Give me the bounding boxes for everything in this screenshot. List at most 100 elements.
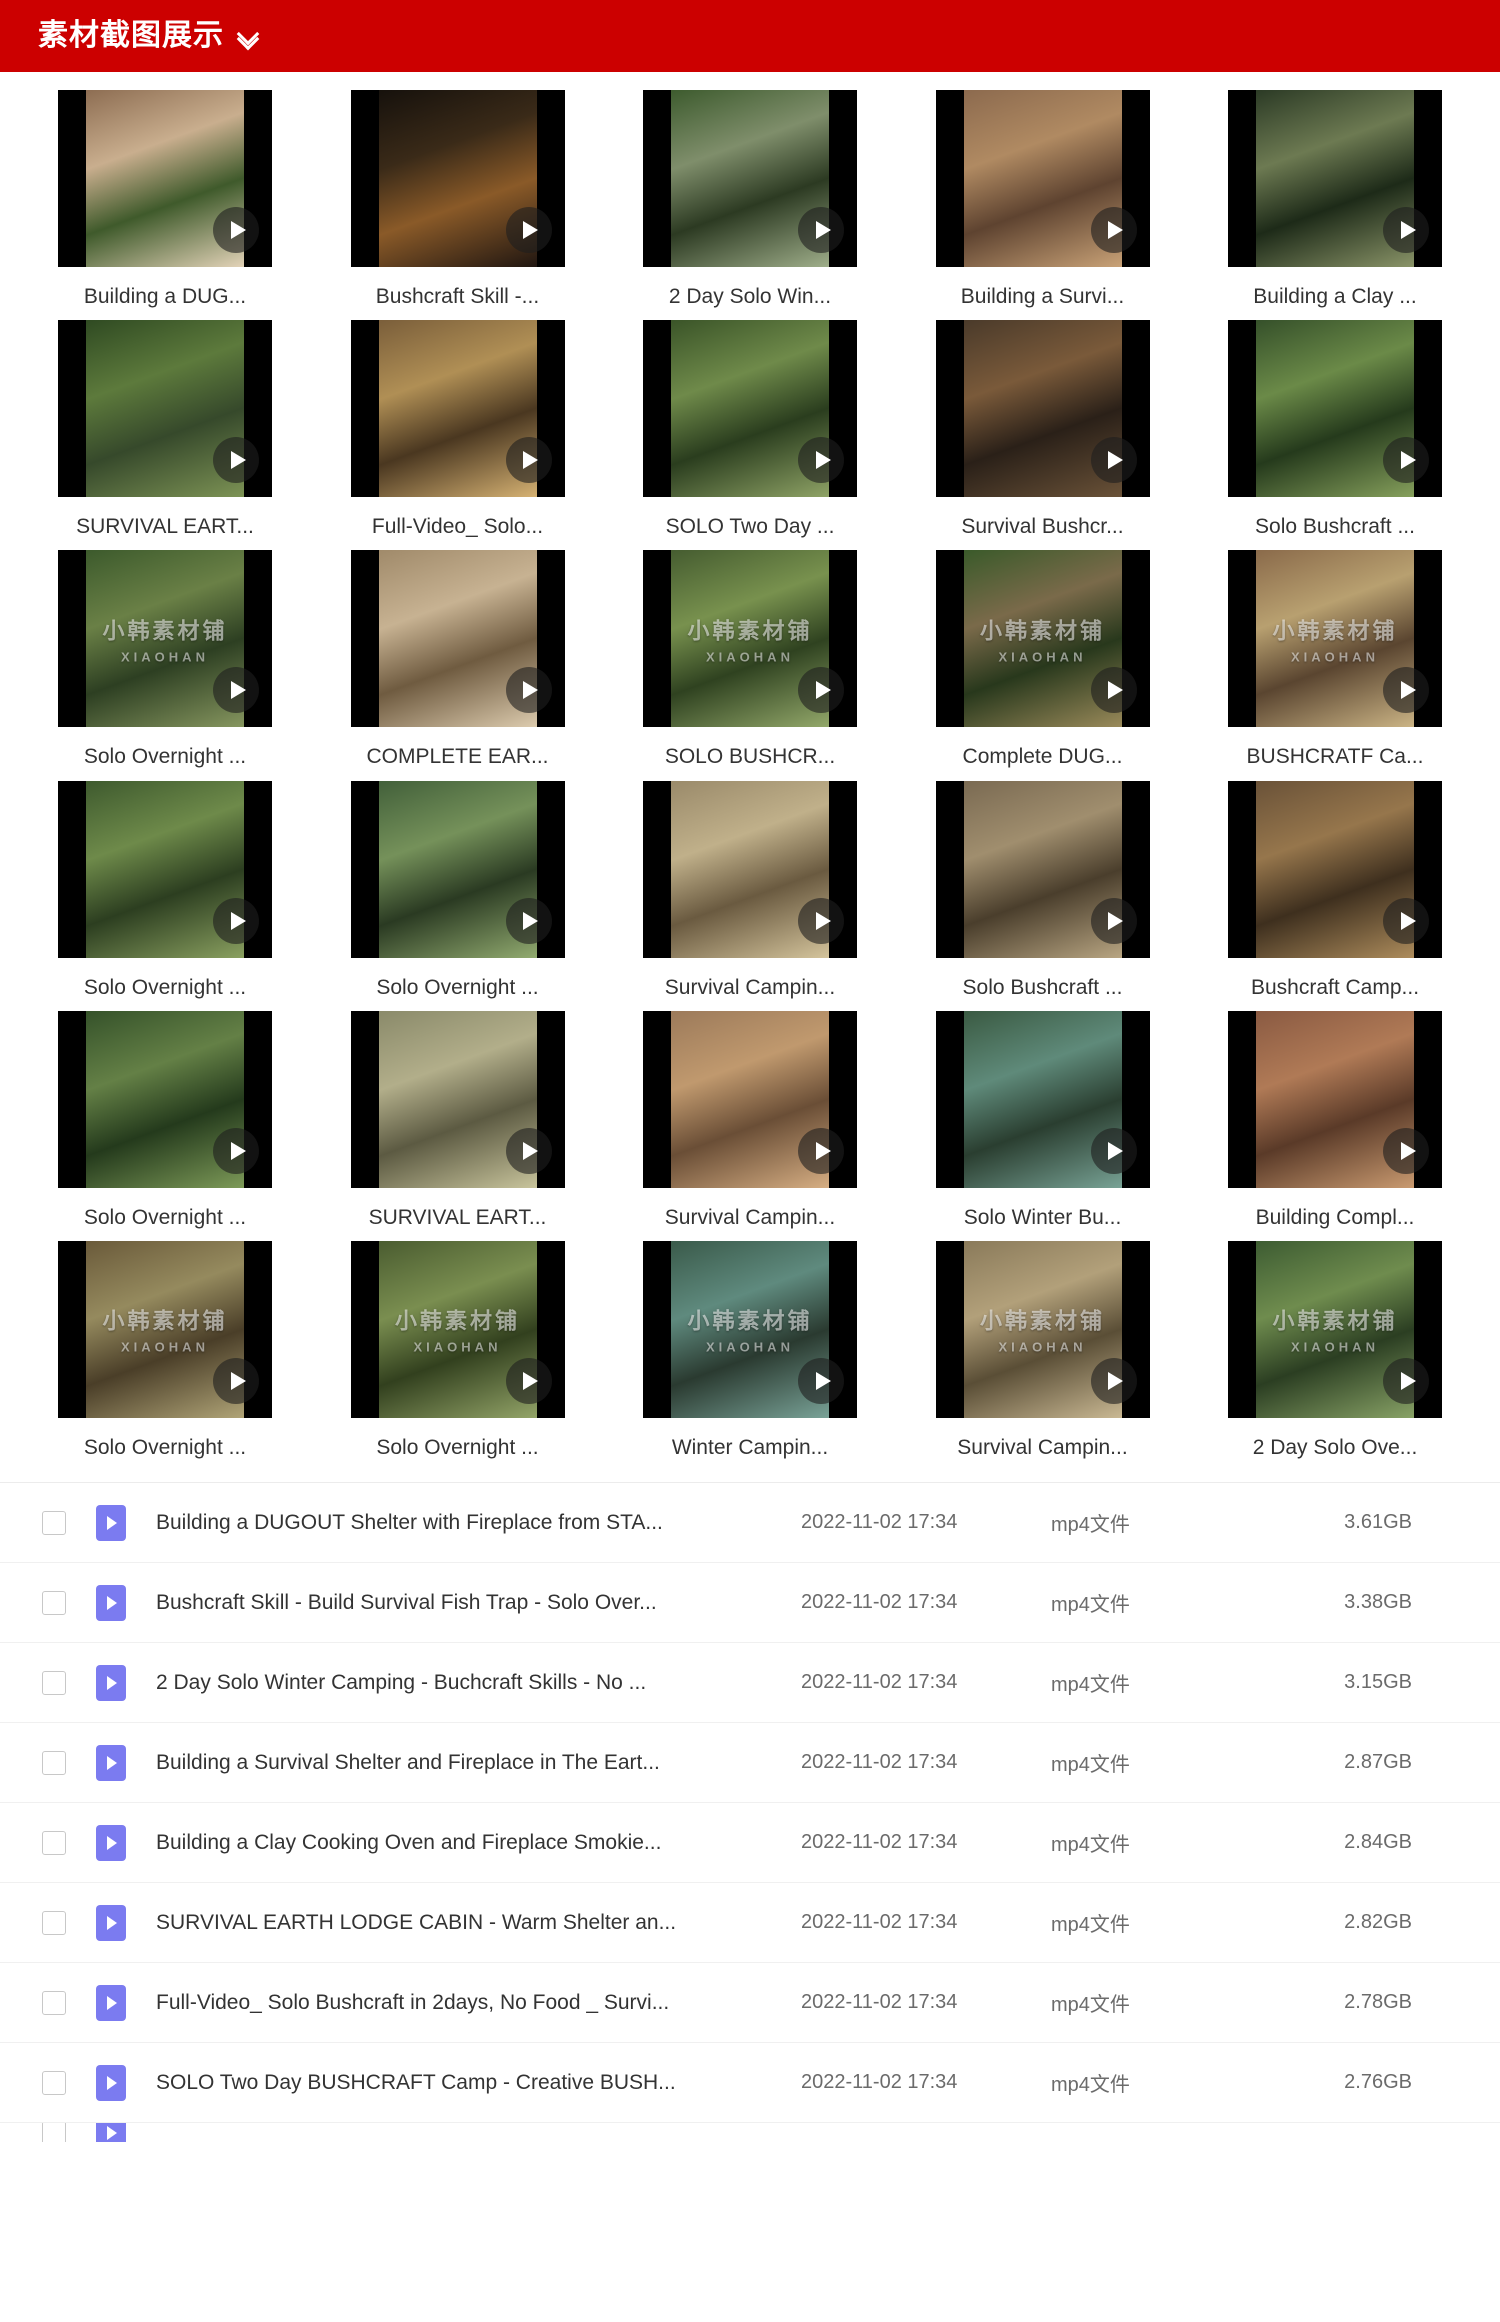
play-icon[interactable] — [798, 207, 844, 253]
video-thumbnail[interactable]: 小韩素材铺 XIAOHAN — [643, 1240, 857, 1418]
play-icon[interactable] — [798, 1357, 844, 1404]
play-icon[interactable] — [213, 897, 259, 944]
thumbnail-cell[interactable]: Survival Campin... — [643, 1010, 857, 1230]
video-thumbnail[interactable] — [1228, 320, 1442, 498]
thumbnail-cell[interactable]: Building Compl... — [1228, 1010, 1442, 1230]
video-thumbnail[interactable]: 小韩素材铺 XIAOHAN — [935, 1240, 1150, 1418]
row-checkbox[interactable] — [42, 1670, 66, 1695]
row-checkbox[interactable] — [42, 1990, 66, 2015]
video-thumbnail[interactable]: 小韩素材铺 XIAOHAN — [1228, 1240, 1442, 1418]
play-icon[interactable] — [213, 1357, 259, 1404]
thumbnail-cell[interactable]: Solo Winter Bu... — [935, 1010, 1150, 1230]
thumbnail-cell[interactable]: Full-Video_ Solo... — [350, 320, 565, 539]
play-icon[interactable] — [213, 1127, 259, 1174]
video-thumbnail[interactable] — [350, 90, 565, 267]
video-thumbnail[interactable]: 小韩素材铺 XIAOHAN — [350, 1240, 565, 1418]
play-icon[interactable] — [505, 207, 552, 253]
play-icon[interactable] — [213, 437, 259, 484]
thumbnail-cell[interactable]: Building a Survi... — [935, 90, 1150, 309]
video-thumbnail[interactable] — [1228, 780, 1442, 958]
row-checkbox[interactable] — [42, 1910, 66, 1935]
thumbnail-cell[interactable]: Bushcraft Camp... — [1228, 780, 1442, 1000]
video-thumbnail[interactable] — [350, 780, 565, 958]
file-name[interactable]: 2 Day Solo Winter Camping - Buchcraft Sk… — [156, 1671, 801, 1695]
thumbnail-cell[interactable]: Solo Bushcraft ... — [935, 780, 1150, 1000]
row-checkbox[interactable] — [42, 2070, 66, 2095]
file-row[interactable]: SURVIVAL EARTH LODGE CABIN - Warm Shelte… — [0, 1882, 1500, 1962]
row-checkbox[interactable] — [42, 1830, 66, 1855]
video-thumbnail[interactable] — [1228, 90, 1442, 267]
play-icon[interactable] — [213, 667, 259, 714]
file-row[interactable]: 2 Day Solo Winter Camping - Buchcraft Sk… — [0, 1642, 1500, 1722]
thumbnail-cell[interactable]: 小韩素材铺 XIAOHAN Solo Overnight ... — [350, 1240, 565, 1460]
thumbnail-cell[interactable]: COMPLETE EAR... — [350, 550, 565, 769]
video-thumbnail[interactable] — [350, 320, 565, 498]
play-icon[interactable] — [505, 1127, 552, 1174]
video-thumbnail[interactable]: 小韩素材铺 XIAOHAN — [58, 1240, 272, 1418]
file-row[interactable]: Building a Survival Shelter and Fireplac… — [0, 1722, 1500, 1802]
play-icon[interactable] — [505, 437, 552, 484]
file-name[interactable]: Building a Survival Shelter and Fireplac… — [156, 1751, 801, 1775]
play-icon[interactable] — [1383, 897, 1429, 944]
video-thumbnail[interactable] — [935, 1010, 1150, 1188]
thumbnail-cell[interactable]: 小韩素材铺 XIAOHAN Complete DUG... — [935, 550, 1150, 769]
video-thumbnail[interactable] — [350, 550, 565, 728]
file-name[interactable]: Full-Video_ Solo Bushcraft in 2days, No … — [156, 1991, 801, 2015]
thumbnail-cell[interactable]: 小韩素材铺 XIAOHAN Winter Campin... — [643, 1240, 857, 1460]
row-checkbox[interactable] — [42, 1510, 66, 1535]
video-thumbnail[interactable] — [58, 90, 272, 267]
video-thumbnail[interactable] — [58, 1010, 272, 1188]
play-icon[interactable] — [505, 897, 552, 944]
row-checkbox[interactable] — [42, 1750, 66, 1775]
play-icon[interactable] — [798, 667, 844, 714]
play-icon[interactable] — [505, 667, 552, 714]
row-checkbox[interactable] — [42, 1590, 66, 1615]
thumbnail-cell[interactable]: Building a Clay ... — [1228, 90, 1442, 309]
play-icon[interactable] — [798, 437, 844, 484]
file-name[interactable]: Building a DUGOUT Shelter with Fireplace… — [156, 1511, 801, 1535]
play-icon[interactable] — [505, 1357, 552, 1404]
file-name[interactable]: Bushcraft Skill - Build Survival Fish Tr… — [156, 1591, 801, 1615]
file-name[interactable]: Building a Clay Cooking Oven and Firepla… — [156, 1831, 801, 1855]
video-thumbnail[interactable] — [935, 90, 1150, 267]
play-icon[interactable] — [1383, 1357, 1429, 1404]
play-icon[interactable] — [798, 897, 844, 944]
video-thumbnail[interactable] — [58, 780, 272, 958]
thumbnail-cell[interactable]: Solo Overnight ... — [350, 780, 565, 1000]
play-icon[interactable] — [1383, 1127, 1429, 1174]
video-thumbnail[interactable] — [1228, 1010, 1442, 1188]
video-thumbnail[interactable]: 小韩素材铺 XIAOHAN — [58, 550, 272, 728]
file-row[interactable]: Building a Clay Cooking Oven and Firepla… — [0, 1802, 1500, 1882]
file-row[interactable]: Full-Video_ Solo Bushcraft in 2days, No … — [0, 1962, 1500, 2042]
thumbnail-cell[interactable]: Building a DUG... — [58, 90, 272, 309]
thumbnail-cell[interactable]: Solo Bushcraft ... — [1228, 320, 1442, 539]
thumbnail-cell[interactable]: 小韩素材铺 XIAOHAN SOLO BUSHCR... — [643, 550, 857, 769]
play-icon[interactable] — [1383, 207, 1429, 253]
video-thumbnail[interactable] — [350, 1010, 565, 1188]
file-name[interactable]: SOLO Two Day BUSHCRAFT Camp - Creative B… — [156, 2071, 801, 2095]
file-row-partial[interactable] — [0, 2122, 1500, 2143]
thumbnail-cell[interactable]: Solo Overnight ... — [58, 1010, 272, 1230]
play-icon[interactable] — [1090, 1127, 1137, 1174]
video-thumbnail[interactable] — [935, 320, 1150, 498]
thumbnail-cell[interactable]: Survival Bushcr... — [935, 320, 1150, 539]
thumbnail-cell[interactable]: Survival Campin... — [643, 780, 857, 1000]
thumbnail-cell[interactable]: SOLO Two Day ... — [643, 320, 857, 539]
play-icon[interactable] — [1383, 667, 1429, 714]
file-name[interactable]: SURVIVAL EARTH LODGE CABIN - Warm Shelte… — [156, 1911, 801, 1935]
play-icon[interactable] — [1383, 437, 1429, 484]
thumbnail-cell[interactable]: 小韩素材铺 XIAOHAN Solo Overnight ... — [58, 1240, 272, 1460]
thumbnail-cell[interactable]: 小韩素材铺 XIAOHAN Survival Campin... — [935, 1240, 1150, 1460]
thumbnail-cell[interactable]: SURVIVAL EART... — [350, 1010, 565, 1230]
thumbnail-cell[interactable]: 2 Day Solo Win... — [643, 90, 857, 309]
video-thumbnail[interactable] — [58, 320, 272, 498]
play-icon[interactable] — [798, 1127, 844, 1174]
thumbnail-cell[interactable]: 小韩素材铺 XIAOHAN BUSHCRATF Ca... — [1228, 550, 1442, 769]
play-icon[interactable] — [1090, 897, 1137, 944]
thumbnail-cell[interactable]: 小韩素材铺 XIAOHAN Solo Overnight ... — [58, 550, 272, 769]
video-thumbnail[interactable]: 小韩素材铺 XIAOHAN — [1228, 550, 1442, 728]
row-checkbox[interactable] — [42, 2123, 66, 2143]
file-row[interactable]: Building a DUGOUT Shelter with Fireplace… — [0, 1482, 1500, 1562]
play-icon[interactable] — [1090, 207, 1137, 253]
play-icon[interactable] — [213, 207, 259, 253]
